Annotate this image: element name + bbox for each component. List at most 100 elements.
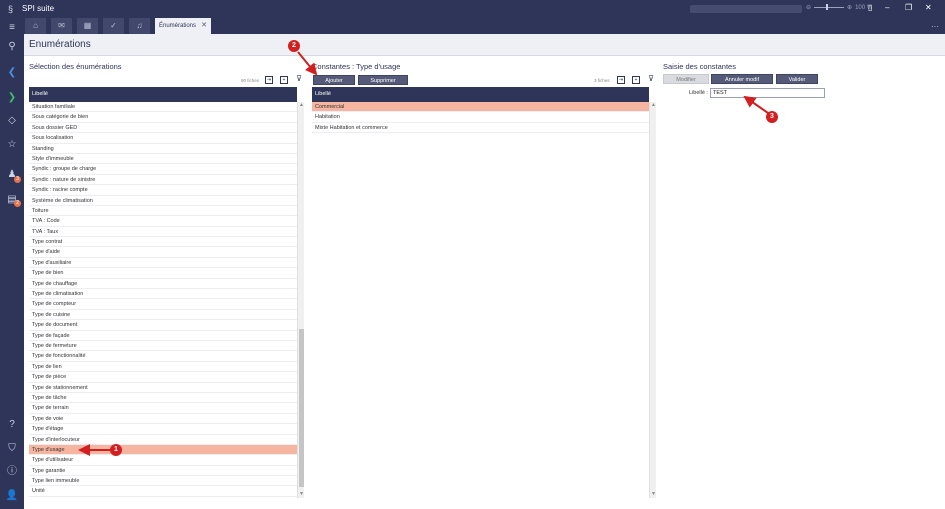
list-item[interactable]: Mixte Habitation et commerce bbox=[312, 123, 649, 134]
list-item[interactable]: Syndic : groupe de charge bbox=[29, 164, 297, 175]
list-item[interactable]: Syndic : racine compte bbox=[29, 185, 297, 196]
tab-mail-icon[interactable]: ✉ bbox=[51, 18, 73, 34]
tab-bell-icon[interactable]: ♫ bbox=[129, 18, 151, 34]
help-icon[interactable]: ? bbox=[5, 418, 19, 432]
validate-button[interactable]: Valider bbox=[776, 74, 818, 84]
document-icon[interactable]: ▯ bbox=[868, 3, 872, 12]
zoom-slider[interactable] bbox=[814, 4, 845, 10]
list-item[interactable]: Type de chauffage bbox=[29, 279, 297, 290]
list-item[interactable]: Type d'aide bbox=[29, 247, 297, 258]
list-item[interactable]: Type d'usage bbox=[29, 444, 297, 456]
constants-list: Commercial Habitation Mixte Habitation et … bbox=[312, 102, 649, 498]
right-panel-title: Saisie des constantes bbox=[663, 62, 736, 71]
list-item[interactable]: Type de climatisation bbox=[29, 289, 297, 300]
delete-button[interactable]: Supprimer bbox=[358, 75, 408, 85]
scroll-down-icon[interactable]: ▼ bbox=[298, 491, 305, 498]
scroll-up-icon[interactable]: ▲ bbox=[298, 102, 305, 109]
left-scroll-thumb[interactable] bbox=[299, 329, 304, 487]
list-item[interactable]: Type de document bbox=[29, 320, 297, 331]
list-item[interactable]: Commercial bbox=[312, 102, 649, 113]
list-item[interactable]: Situation familiale bbox=[29, 102, 297, 113]
zoom-out-icon[interactable]: ⊖ bbox=[806, 4, 811, 11]
filter-icon[interactable]: ⊽ bbox=[295, 75, 303, 84]
page-title: Enumérations bbox=[29, 39, 91, 50]
close-window-icon[interactable]: ✕ bbox=[925, 3, 932, 12]
list-item[interactable]: TVA : Taux bbox=[29, 227, 297, 238]
list-item[interactable]: Sous localisation bbox=[29, 133, 297, 144]
middle-column-header[interactable]: Libellé bbox=[312, 87, 649, 102]
list-item[interactable]: Type de compteur bbox=[29, 299, 297, 310]
cancel-modification-button[interactable]: Annuler modif bbox=[711, 74, 773, 84]
list-item[interactable]: Type lien immeuble bbox=[29, 476, 297, 487]
scroll-up-icon-2[interactable]: ▲ bbox=[650, 102, 657, 109]
scroll-down-icon-2[interactable]: ▼ bbox=[650, 491, 657, 498]
list-item[interactable]: Style d'immeuble bbox=[29, 154, 297, 165]
add-record-icon[interactable]: + bbox=[280, 76, 288, 84]
list-item[interactable]: Type de façade bbox=[29, 331, 297, 341]
callout-one: 1 bbox=[110, 444, 122, 456]
list-item[interactable]: Type de tâche bbox=[29, 393, 297, 404]
add-record-icon-2[interactable]: + bbox=[632, 76, 640, 84]
list-item[interactable]: Type de terrain bbox=[29, 403, 297, 414]
middle-scrollbar[interactable]: ▲ ▼ bbox=[649, 102, 656, 498]
list-item[interactable]: Syndic : nature de sinistre bbox=[29, 175, 297, 186]
left-panel-title: Sélection des énumérations bbox=[29, 62, 122, 71]
list-item[interactable]: Type de lien bbox=[29, 362, 297, 373]
menu-icon[interactable]: ≡ bbox=[5, 21, 19, 35]
tab-enumerations[interactable]: Énumérations ✕ bbox=[155, 18, 211, 34]
user-icon[interactable]: 👤 bbox=[5, 489, 19, 503]
more-options-icon[interactable]: ··· bbox=[931, 22, 939, 31]
blurred-user-info bbox=[690, 5, 802, 13]
modify-button[interactable]: Modifier bbox=[663, 74, 709, 84]
list-item[interactable]: Type d'interlocuteur bbox=[29, 435, 297, 445]
list-item[interactable]: Sous catégorie de bien bbox=[29, 112, 297, 123]
callout-three: 3 bbox=[766, 111, 778, 123]
tab-check-icon[interactable]: ✓ bbox=[103, 18, 125, 34]
list-item[interactable]: Type de bien bbox=[29, 268, 297, 279]
list-item[interactable]: Toiture bbox=[29, 206, 297, 217]
list-item[interactable]: Type de stationnement bbox=[29, 383, 297, 393]
list-item[interactable]: Type d'étage bbox=[29, 424, 297, 435]
list-item[interactable]: Type de fermeture bbox=[29, 341, 297, 352]
label-input[interactable] bbox=[710, 88, 825, 98]
list-item[interactable]: Type contrat bbox=[29, 237, 297, 248]
back-arrow-icon[interactable]: ❮ bbox=[5, 66, 19, 80]
zoom-in-icon[interactable]: ⊕ bbox=[847, 4, 852, 11]
star-icon[interactable]: ☆ bbox=[5, 138, 19, 152]
page-header: Enumérations bbox=[24, 34, 945, 56]
list-item[interactable]: Type d'auxiliaire bbox=[29, 258, 297, 269]
left-scrollbar[interactable]: ▲ ▼ bbox=[297, 102, 304, 498]
list-item[interactable]: Habitation bbox=[312, 112, 649, 123]
zoom-control[interactable]: ⊖ ⊕ 100 % bbox=[806, 4, 872, 11]
list-item[interactable]: Sous dossier GED bbox=[29, 123, 297, 134]
export-icon-2[interactable]: ⇥ bbox=[617, 76, 625, 84]
minimize-icon[interactable]: – bbox=[885, 3, 889, 12]
list-item[interactable]: Standing bbox=[29, 144, 297, 154]
restore-icon[interactable]: ❐ bbox=[905, 3, 912, 12]
list-item[interactable]: Type de cuisine bbox=[29, 310, 297, 321]
info-icon[interactable]: ⓘ bbox=[5, 465, 19, 479]
list-item[interactable]: Type garantie bbox=[29, 466, 297, 477]
list-item[interactable]: Unité bbox=[29, 486, 297, 497]
left-record-count: 90 fiches bbox=[241, 78, 260, 83]
forward-arrow-icon[interactable]: ❯ bbox=[5, 91, 19, 105]
list-item[interactable]: Type de voie bbox=[29, 414, 297, 425]
list-item[interactable]: TVA : Code bbox=[29, 216, 297, 227]
left-column-header[interactable]: Libellé bbox=[29, 87, 297, 102]
tab-label: Énumérations bbox=[159, 23, 197, 29]
list-item[interactable]: Type de fonctionnalité bbox=[29, 351, 297, 362]
tab-calendar-icon[interactable]: ▦ bbox=[77, 18, 99, 34]
inbox-badge: 2 bbox=[14, 200, 21, 207]
filter-icon-2[interactable]: ⊽ bbox=[647, 75, 655, 84]
tab-home-icon[interactable]: ⌂ bbox=[25, 18, 47, 34]
code-icon[interactable]: ◇ bbox=[5, 114, 19, 128]
list-item[interactable]: Type d'utilisateur bbox=[29, 455, 297, 466]
shield-icon[interactable]: ⛉ bbox=[5, 442, 19, 456]
list-item[interactable]: Type de pièce bbox=[29, 372, 297, 383]
callout-two: 2 bbox=[288, 40, 300, 52]
add-button[interactable]: Ajouter bbox=[313, 75, 355, 85]
list-item[interactable]: Système de climatisation bbox=[29, 196, 297, 206]
tab-close-icon[interactable]: ✕ bbox=[201, 18, 207, 34]
search-icon[interactable]: ⚲ bbox=[5, 40, 19, 54]
export-icon[interactable]: ⇥ bbox=[265, 76, 273, 84]
